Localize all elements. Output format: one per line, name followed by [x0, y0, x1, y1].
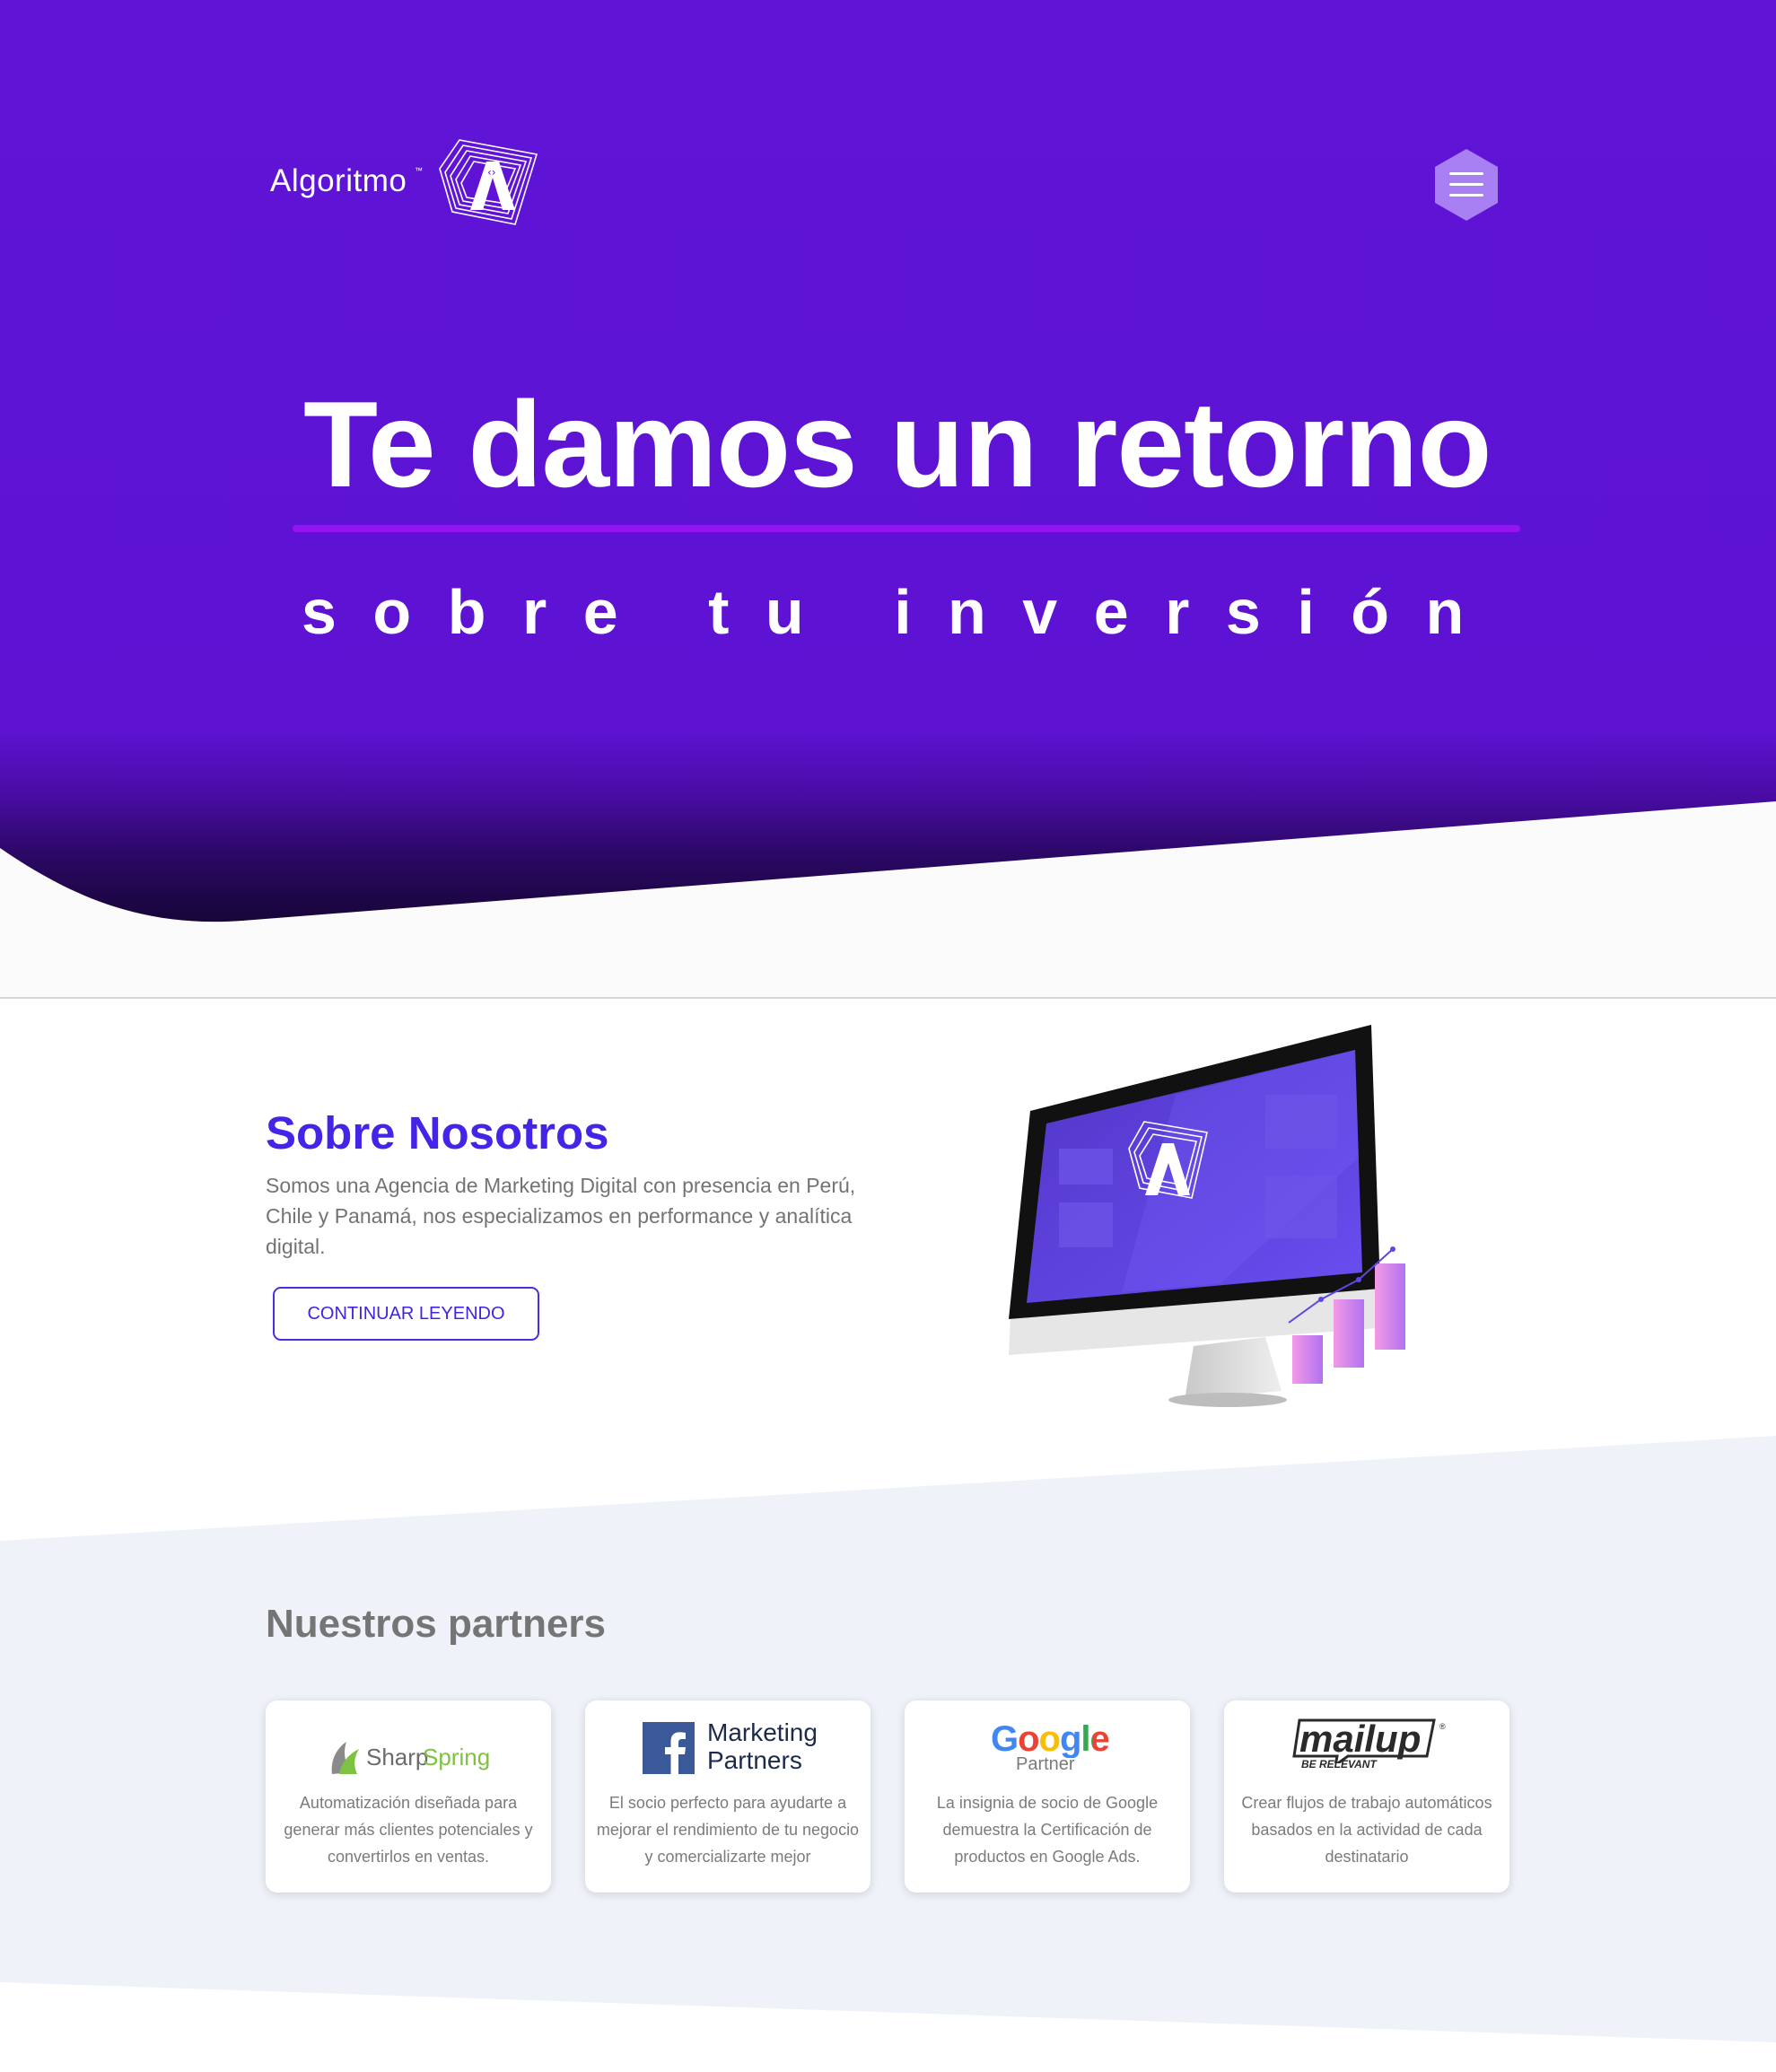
partner-description: El socio perfecto para ayudarte a mejora…	[596, 1794, 860, 1866]
about-description: Somos una Agencia de Marketing Digital c…	[266, 1174, 856, 1258]
continue-reading-button[interactable]: CONTINUAR LEYENDO	[273, 1287, 539, 1341]
partner-description: Automatización diseñada para generar más…	[284, 1794, 533, 1866]
google-partner-label: Partner	[1016, 1754, 1075, 1774]
mailup-tagline: BE RELEVANT	[1301, 1758, 1377, 1770]
section-divider	[0, 997, 1776, 999]
partner-description: Crear flujos de trabajo automáticos basa…	[1241, 1794, 1492, 1866]
facebook-logo-line-1: Marketing	[707, 1718, 818, 1746]
partner-card-google[interactable]: Google Partner La insignia de socio de G…	[905, 1700, 1190, 1893]
logo-a-icon: ‹›	[439, 139, 538, 225]
monitor-illustration	[1009, 1025, 1405, 1407]
hero-section: Algoritmo ™ ‹› Te damos un retorno sobre…	[0, 0, 1776, 999]
hero-title: Te damos un retorno	[303, 376, 1492, 512]
mailup-wordmark: mailup	[1299, 1718, 1422, 1760]
menu-button[interactable]	[1432, 147, 1500, 223]
partner-description: La insignia de socio de Google demuestra…	[936, 1794, 1159, 1866]
mailup-registered-mark: ®	[1439, 1722, 1446, 1731]
sharpspring-leaf-icon	[331, 1742, 359, 1774]
sharpspring-word-2: Spring	[423, 1744, 491, 1770]
hero-underline	[293, 525, 1520, 532]
sharpspring-word-1: Sharp	[366, 1744, 429, 1770]
partner-card-mailup[interactable]: mailup BE RELEVANT ® Crear flujos de tra…	[1224, 1700, 1509, 1893]
sharpspring-logo: Sharp Spring	[266, 1717, 551, 1776]
partner-card-sharpspring[interactable]: Sharp Spring Automatización diseñada par…	[266, 1700, 551, 1893]
logo-trademark: ™	[415, 166, 423, 175]
partners-title: Nuestros partners	[266, 1602, 607, 1646]
partner-card-facebook[interactable]: Marketing Partners El socio perfecto par…	[585, 1700, 871, 1893]
logo-wordmark: Algoritmo	[270, 163, 407, 198]
facebook-marketing-partners-logo: Marketing Partners	[585, 1717, 871, 1776]
mailup-logo: mailup BE RELEVANT ®	[1224, 1717, 1509, 1776]
svg-text:‹›: ‹›	[487, 166, 496, 179]
hero-subtitle: sobre tu inversión	[302, 577, 1500, 647]
google-wordmark: Google	[991, 1719, 1110, 1759]
facebook-icon	[643, 1722, 695, 1774]
brand-logo[interactable]: Algoritmo ™ ‹›	[267, 135, 555, 242]
google-partner-logo: Google Partner	[905, 1717, 1190, 1776]
about-title: Sobre Nosotros	[266, 1107, 609, 1158]
facebook-logo-line-2: Partners	[707, 1746, 802, 1774]
